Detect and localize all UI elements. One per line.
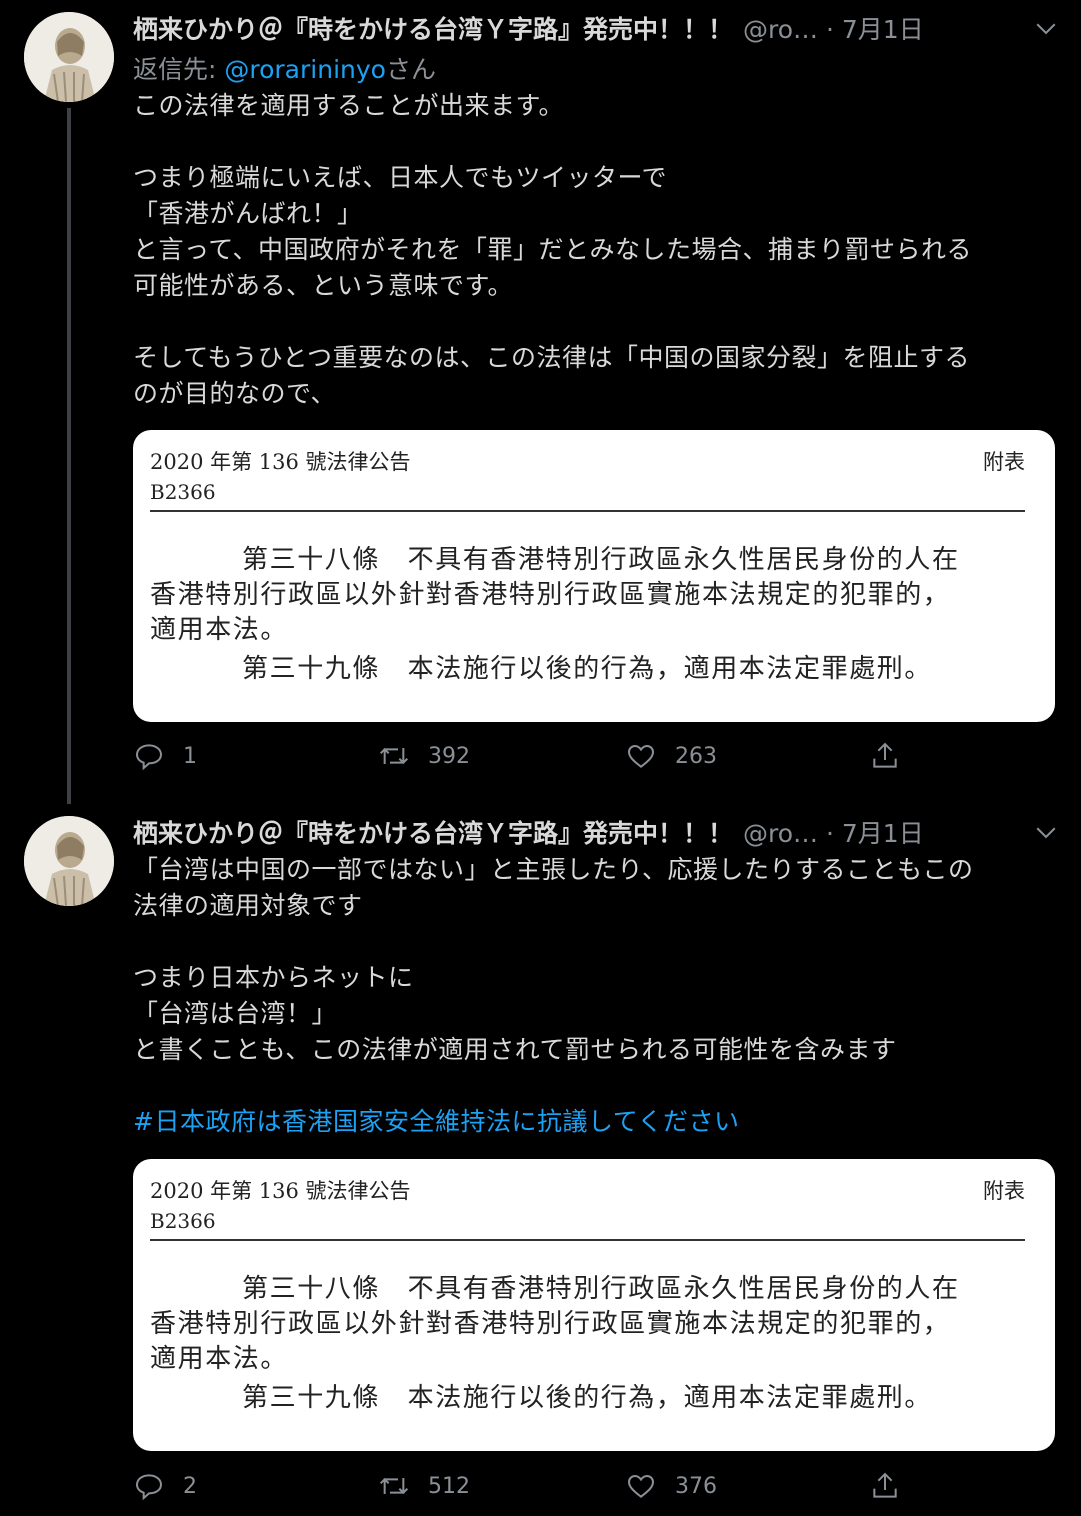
reply-button[interactable]: 1 bbox=[133, 740, 197, 772]
card-title: 2020 年第 136 號法律公告 bbox=[150, 450, 411, 474]
body-line: この法律を適用することが出来ます。 bbox=[133, 91, 565, 120]
body-line: のが目的なので、 bbox=[133, 379, 337, 408]
display-name[interactable]: 栖来ひかり＠『時をかける台湾Ｙ字路』発売中！！！ bbox=[133, 814, 733, 850]
reply-count: 1 bbox=[183, 743, 197, 769]
body-line: 「香港がんばれ！」 bbox=[133, 199, 363, 228]
display-name[interactable]: 栖来ひかり＠『時をかける台湾Ｙ字路』発売中！！！ bbox=[133, 10, 733, 46]
body-line: つまり日本からネットに bbox=[133, 963, 414, 992]
body-line bbox=[133, 124, 1053, 160]
tweet-header: 栖来ひかり＠『時をかける台湾Ｙ字路』発売中！！！ @ro… · 7月1日 bbox=[133, 10, 1061, 46]
body-line: 「台湾は中国の一部ではない」と主張したり、応援したりすることもこの bbox=[133, 855, 974, 884]
avatar[interactable] bbox=[24, 816, 114, 906]
body-line: と書くことも、この法律が適用されて罰せられる可能性を含みます bbox=[133, 1035, 897, 1064]
card-right-label: 附表 bbox=[983, 1179, 1025, 1203]
tweet-body: 「台湾は中国の一部ではない」と主張したり、応援したりすることもこの 法律の適用対… bbox=[133, 852, 1053, 1140]
retweet-button[interactable]: 392 bbox=[378, 740, 470, 772]
tweet-body: この法律を適用することが出来ます。 つまり極端にいえば、日本人でもツイッターで … bbox=[133, 88, 1053, 412]
retweet-icon bbox=[379, 747, 409, 765]
reply-suffix: さん bbox=[385, 55, 436, 84]
body-line: 「台湾は台湾！」 bbox=[133, 999, 338, 1028]
tweet-actions: 2 512 376 bbox=[133, 1470, 933, 1510]
attached-image[interactable]: 2020 年第 136 號法律公告 B2366 附表 第三十八條 不具有香港特別… bbox=[133, 1159, 1055, 1451]
body-line bbox=[133, 924, 1053, 960]
card-code: B2366 bbox=[150, 1209, 216, 1233]
tweet-actions: 1 392 263 bbox=[133, 740, 933, 780]
handle-and-date[interactable]: @ro… · 7月1日 bbox=[743, 10, 924, 46]
reply-count: 2 bbox=[183, 1473, 197, 1499]
share-button[interactable] bbox=[869, 1470, 901, 1502]
card-divider bbox=[150, 510, 1025, 512]
article-39: 第三十九條 本法施行以後的行為，適用本法定罪處刑。 bbox=[150, 1381, 1025, 1416]
avatar[interactable] bbox=[24, 12, 114, 102]
like-icon bbox=[627, 1474, 655, 1498]
article-38-line-1: 第三十八條 不具有香港特別行政區永久性居民身份的人在 bbox=[242, 545, 960, 575]
article-38-line-2: 香港特別行政區以外針對香港特別行政區實施本法規定的犯罪的， bbox=[150, 1309, 951, 1339]
like-button[interactable]: 263 bbox=[625, 740, 717, 772]
card-title: 2020 年第 136 號法律公告 bbox=[150, 1179, 411, 1203]
retweet-button[interactable]: 512 bbox=[378, 1470, 470, 1502]
article-39: 第三十九條 本法施行以後的行為，適用本法定罪處刑。 bbox=[150, 652, 1025, 687]
retweet-icon bbox=[379, 1477, 409, 1495]
body-line: つまり極端にいえば、日本人でもツイッターで bbox=[133, 163, 668, 192]
hashtag-link[interactable]: #日本政府は香港国家安全維持法に抗議してください bbox=[133, 1104, 1053, 1140]
share-icon bbox=[873, 742, 897, 768]
body-line bbox=[133, 304, 1053, 340]
reply-prefix: 返信先: bbox=[133, 55, 225, 84]
like-icon bbox=[627, 744, 655, 768]
article-38: 第三十八條 不具有香港特別行政區永久性居民身份的人在 香港特別行政區以外針對香港… bbox=[150, 543, 1025, 648]
reply-handle-link[interactable]: @rorarininyo bbox=[224, 55, 386, 84]
card-divider bbox=[150, 1239, 1025, 1241]
reply-button[interactable]: 2 bbox=[133, 1470, 197, 1502]
like-button[interactable]: 376 bbox=[625, 1470, 717, 1502]
body-line: 法律の適用対象です bbox=[133, 891, 363, 920]
article-38-line-1: 第三十八條 不具有香港特別行政區永久性居民身份的人在 bbox=[242, 1274, 960, 1304]
retweet-count: 392 bbox=[428, 743, 470, 769]
body-line: そしてもうひとつ重要なのは、この法律は「中国の国家分裂」を阻止する bbox=[133, 343, 971, 372]
article-38-line-3: 適用本法。 bbox=[150, 615, 289, 645]
reply-icon bbox=[135, 744, 163, 771]
share-icon bbox=[873, 1472, 897, 1498]
like-count: 376 bbox=[675, 1473, 717, 1499]
body-line: 可能性がある、という意味です。 bbox=[133, 271, 514, 300]
article-38-line-2: 香港特別行政區以外針對香港特別行政區實施本法規定的犯罪的， bbox=[150, 580, 951, 610]
article-39-line: 第三十九條 本法施行以後的行為，適用本法定罪處刑。 bbox=[242, 654, 933, 684]
chevron-down-icon[interactable] bbox=[1031, 817, 1061, 847]
retweet-count: 512 bbox=[428, 1473, 470, 1499]
reply-icon bbox=[135, 1474, 163, 1501]
attached-image[interactable]: 2020 年第 136 號法律公告 B2366 附表 第三十八條 不具有香港特別… bbox=[133, 430, 1055, 722]
handle-and-date[interactable]: @ro… · 7月1日 bbox=[743, 814, 924, 850]
tweet[interactable]: 栖来ひかり＠『時をかける台湾Ｙ字路』発売中！！！ @ro… · 7月1日 「台湾… bbox=[0, 805, 1081, 1516]
chevron-down-icon[interactable] bbox=[1031, 13, 1061, 43]
card-code: B2366 bbox=[150, 480, 216, 504]
body-line bbox=[133, 1068, 1053, 1104]
like-count: 263 bbox=[675, 743, 717, 769]
article-38: 第三十八條 不具有香港特別行政區永久性居民身份的人在 香港特別行政區以外針對香港… bbox=[150, 1272, 1025, 1377]
share-button[interactable] bbox=[869, 740, 901, 772]
article-38-line-3: 適用本法。 bbox=[150, 1344, 289, 1374]
reply-to-line: 返信先: @rorarininyoさん bbox=[133, 50, 436, 86]
card-right-label: 附表 bbox=[983, 450, 1025, 474]
tweet[interactable]: 栖来ひかり＠『時をかける台湾Ｙ字路』発売中！！！ @ro… · 7月1日 返信先… bbox=[0, 0, 1081, 800]
tweet-header: 栖来ひかり＠『時をかける台湾Ｙ字路』発売中！！！ @ro… · 7月1日 bbox=[133, 814, 1061, 850]
article-39-line: 第三十九條 本法施行以後的行為，適用本法定罪處刑。 bbox=[242, 1383, 933, 1413]
body-line: と言って、中国政府がそれを「罪」だとみなした場合、捕まり罰せられる bbox=[133, 235, 973, 264]
